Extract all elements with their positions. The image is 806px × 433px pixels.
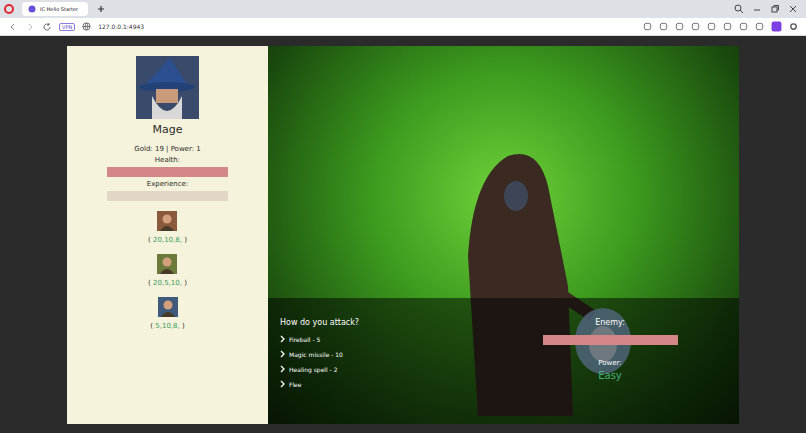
settings-icon[interactable] — [789, 22, 798, 31]
enemy-health-bar — [543, 335, 678, 345]
chevron-icon — [280, 380, 286, 388]
health-label: Health: — [155, 156, 180, 164]
hero-portrait-icon — [158, 297, 178, 317]
player-avatar — [136, 56, 199, 119]
battle-menu: How do you attack? Fireball - 5 Magic miss… — [268, 298, 739, 424]
game-container: Mage Gold: 19 | Power: 1 Health: Experience… — [67, 46, 739, 424]
address-bar: VPN 127.0.0.1:4943 — [0, 18, 806, 36]
toolbar-icon[interactable] — [755, 22, 764, 31]
party-portrait — [158, 297, 178, 317]
health-bar — [107, 167, 228, 177]
party-stats: ( 20,5,10, ) — [148, 279, 187, 287]
party-portrait — [157, 211, 177, 231]
vpn-badge[interactable]: VPN — [59, 23, 75, 31]
new-tab-icon[interactable] — [96, 4, 106, 14]
attack-prompt: How do you attack? — [280, 318, 535, 327]
player-panel: Mage Gold: 19 | Power: 1 Health: Experience… — [67, 46, 268, 424]
extension-icon[interactable] — [771, 21, 782, 32]
enemy-label: Enemy: — [595, 318, 625, 327]
experience-bar — [107, 191, 228, 201]
browser-window: IC Hello Starter VPN 127.0.0.1:4943 Mage Gol… — [0, 0, 806, 433]
party-member[interactable]: ( 5,10,8, ) — [150, 297, 184, 330]
restore-icon[interactable] — [770, 4, 780, 14]
chevron-icon — [280, 335, 286, 343]
wizard-portrait-icon — [136, 56, 199, 119]
tab-bar: IC Hello Starter — [0, 0, 806, 18]
toolbar-icon[interactable] — [675, 22, 684, 31]
tab-title: IC Hello Starter — [40, 6, 78, 12]
attack-panel: How do you attack? Fireball - 5 Magic miss… — [280, 318, 535, 424]
party-member[interactable]: ( 20,10,8, ) — [148, 211, 187, 244]
chevron-icon — [280, 350, 286, 358]
hero-portrait-icon — [157, 254, 177, 274]
player-stats: Gold: 19 | Power: 1 — [134, 145, 200, 153]
address-field[interactable]: 127.0.0.1:4943 — [98, 23, 144, 30]
favicon-icon — [28, 5, 36, 13]
experience-label: Experience: — [147, 180, 188, 188]
page: Mage Gold: 19 | Power: 1 Health: Experience… — [0, 36, 806, 433]
party-stats: ( 5,10,8, ) — [150, 322, 184, 330]
close-icon[interactable] — [788, 4, 798, 14]
search-icon[interactable] — [734, 4, 744, 14]
party-member[interactable]: ( 20,5,10, ) — [148, 254, 187, 287]
toolbar-icon[interactable] — [659, 22, 668, 31]
attack-option[interactable]: Fireball - 5 — [280, 335, 535, 343]
forward-icon[interactable] — [25, 22, 35, 32]
back-icon[interactable] — [8, 22, 18, 32]
toolbar-icon[interactable] — [739, 22, 748, 31]
party-portrait — [157, 254, 177, 274]
minimize-icon[interactable] — [752, 4, 762, 14]
chevron-icon — [280, 365, 286, 373]
attack-option[interactable]: Healing spell - 2 — [280, 365, 535, 373]
power-label: Power: — [598, 359, 621, 367]
hero-portrait-icon — [157, 211, 177, 231]
toolbar-icon[interactable] — [643, 22, 652, 31]
toolbar-icon[interactable] — [707, 22, 716, 31]
party-stats: ( 20,10,8, ) — [148, 236, 187, 244]
globe-icon — [82, 22, 91, 31]
reload-icon[interactable] — [42, 22, 52, 32]
attack-option[interactable]: Flee — [280, 380, 535, 388]
attack-option[interactable]: Magic missile - 10 — [280, 350, 535, 358]
opera-logo-icon[interactable] — [4, 4, 14, 14]
player-name: Mage — [153, 123, 183, 136]
enemy-panel: Enemy: Power: Easy — [535, 318, 685, 424]
battle-scene: How do you attack? Fireball - 5 Magic miss… — [268, 46, 739, 424]
toolbar-icon[interactable] — [691, 22, 700, 31]
toolbar-icon[interactable] — [723, 22, 732, 31]
enemy-power: Easy — [598, 370, 622, 381]
browser-tab[interactable]: IC Hello Starter — [22, 2, 88, 16]
